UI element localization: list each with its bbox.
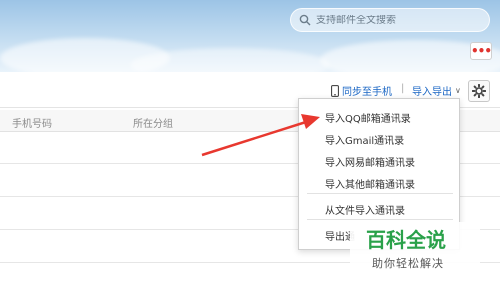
watermark-logo: 百科全说 xyxy=(366,228,446,250)
svg-text:百科全说: 百科全说 xyxy=(366,228,446,250)
watermark-subtitle: 助你轻松解决 xyxy=(372,257,444,270)
